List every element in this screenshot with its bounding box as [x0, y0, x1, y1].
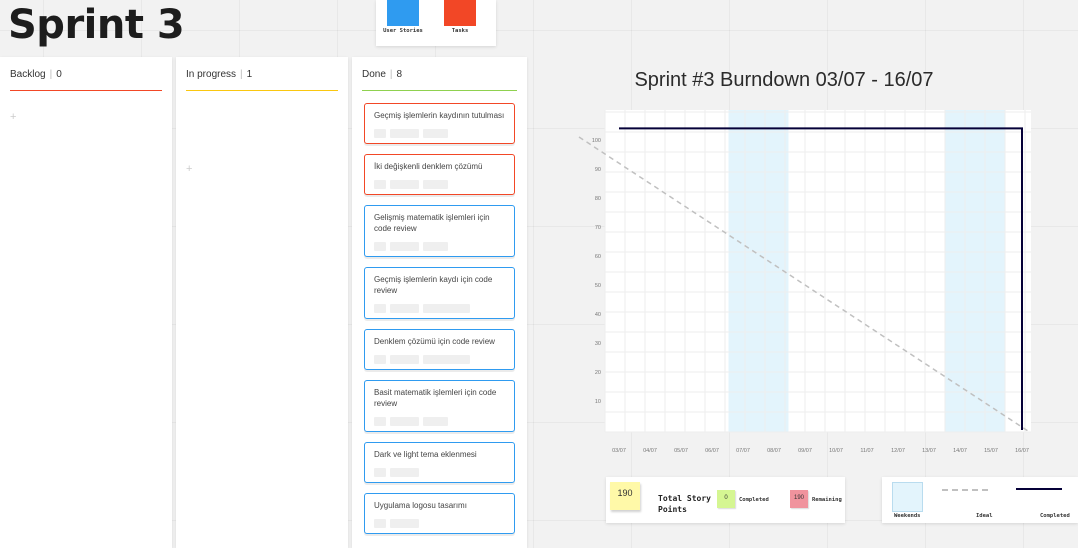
- weekends-swatch: [892, 482, 923, 512]
- card-text: Geçmiş işlemlerin kaydının tutulması: [374, 111, 505, 120]
- completed-legend-label: Completed: [1040, 513, 1070, 519]
- card-tags: [374, 180, 448, 189]
- completed-sticky[interactable]: 0: [717, 490, 735, 508]
- card[interactable]: İki değişkenli denklem çözümü: [364, 154, 515, 195]
- chart-title: Sprint #3 Burndown 03/07 - 16/07: [634, 69, 934, 91]
- card-tags: [374, 519, 419, 528]
- y-tick-label: 80: [595, 196, 601, 202]
- total-story-points-sticky[interactable]: 190: [610, 482, 640, 510]
- legend-user-stories: User Stories: [381, 0, 425, 34]
- add-card-plus-icon[interactable]: +: [186, 163, 192, 175]
- card-tags: [374, 417, 448, 426]
- column-in-progress: In progress | 1 +: [176, 57, 348, 548]
- card-tags: [374, 468, 419, 477]
- burndown-chart: 10 20 30 40 50 60 70 80 90 100 03/07 04/07 05/07 06/0…: [573, 110, 1033, 460]
- card-text: Denklem çözümü için code review: [374, 337, 495, 346]
- burndown-chart-svg: 10 20 30 40 50 60 70 80 90 100 03/07 04/07 05/07 06/0…: [578, 110, 1031, 454]
- remaining-label: Remaining: [812, 497, 842, 503]
- card[interactable]: Geçmiş işlemlerin kaydının tutulması: [364, 103, 515, 144]
- x-tick-label: 11/07: [860, 448, 873, 454]
- x-tick-label: 05/07: [674, 448, 688, 454]
- x-tick-label: 06/07: [705, 448, 719, 454]
- column-divider: [362, 90, 517, 91]
- y-tick-label: 60: [595, 254, 601, 260]
- column-divider: [186, 90, 338, 91]
- card-tags: [374, 355, 470, 364]
- card-tags: [374, 129, 448, 138]
- card-text: Uygulama logosu tasarımı: [374, 501, 467, 510]
- card[interactable]: Uygulama logosu tasarımı: [364, 493, 515, 534]
- card-text: İki değişkenli denklem çözümü: [374, 162, 483, 171]
- column-count: 1: [246, 69, 253, 80]
- weekends-label: Weekends: [894, 513, 921, 519]
- card-text: Gelişmiş matematik işlemleri için code r…: [374, 213, 490, 233]
- column-name: In progress: [186, 69, 237, 80]
- y-tick-label: 90: [595, 167, 601, 173]
- y-tick-label: 100: [592, 138, 601, 144]
- card[interactable]: Basit matematik işlemleri için code revi…: [364, 380, 515, 432]
- x-tick-label: 04/07: [643, 448, 657, 454]
- y-tick-label: 20: [595, 370, 601, 376]
- card-type-legend: User Stories Tasks: [376, 0, 496, 46]
- y-tick-label: 50: [595, 283, 601, 289]
- x-tick-label: 10/07: [829, 448, 843, 454]
- remaining-sticky[interactable]: 190: [790, 490, 808, 508]
- chart-legend: Weekends Ideal Completed: [882, 477, 1078, 523]
- column-header: Backlog | 0: [10, 69, 62, 80]
- x-tick-label: 16/07: [1015, 448, 1029, 454]
- ideal-label: Ideal: [976, 513, 993, 519]
- x-tick-label: 15/07: [984, 448, 998, 454]
- card-text: Dark ve light tema eklenmesi: [374, 450, 477, 459]
- x-tick-label: 13/07: [922, 448, 936, 454]
- column-count: 8: [396, 69, 403, 80]
- column-backlog: Backlog | 0 +: [0, 57, 172, 548]
- column-divider: [10, 90, 162, 91]
- completed-label: Completed: [739, 497, 769, 503]
- column-count: 0: [56, 69, 62, 80]
- y-tick-label: 30: [595, 341, 601, 347]
- column-header: Done | 8: [362, 69, 403, 80]
- user-stories-swatch: [387, 0, 419, 26]
- column-header: In progress | 1: [186, 69, 253, 80]
- card[interactable]: Denklem çözümü için code review: [364, 329, 515, 370]
- legend-tasks: Tasks: [438, 0, 482, 34]
- legend-user-stories-label: User Stories: [383, 28, 423, 34]
- x-tick-label: 12/07: [891, 448, 905, 454]
- total-story-points-label: Total Story Points: [658, 494, 711, 514]
- tasks-swatch: [444, 0, 476, 26]
- column-name: Backlog: [10, 69, 46, 80]
- card[interactable]: Gelişmiş matematik işlemleri için code r…: [364, 205, 515, 257]
- x-tick-label: 09/07: [798, 448, 812, 454]
- x-tick-label: 14/07: [953, 448, 967, 454]
- card[interactable]: Geçmiş işlemlerin kaydı için code review: [364, 267, 515, 319]
- completed-line-swatch: [1016, 488, 1062, 490]
- ideal-line-swatch: [942, 489, 988, 491]
- card-tags: [374, 242, 448, 251]
- legend-tasks-label: Tasks: [451, 28, 469, 34]
- column-name: Done: [362, 69, 386, 80]
- y-tick-label: 40: [595, 312, 601, 318]
- add-card-plus-icon[interactable]: +: [10, 111, 16, 123]
- weekend-band: [728, 110, 789, 432]
- weekend-band: [945, 110, 1006, 432]
- card-text: Geçmiş işlemlerin kaydı için code review: [374, 275, 493, 295]
- x-tick-label: 08/07: [767, 448, 781, 454]
- x-tick-label: 07/07: [736, 448, 750, 454]
- y-tick-label: 10: [595, 399, 601, 405]
- story-points-panel: 190 Total Story Points 0 Completed 190 R…: [606, 477, 845, 523]
- x-tick-label: 03/07: [612, 448, 626, 454]
- column-done: Done | 8 Geçmiş işlemlerin kaydının tutulm…: [352, 57, 527, 548]
- card-text: Basit matematik işlemleri için code revi…: [374, 388, 497, 408]
- card-tags: [374, 304, 470, 313]
- y-tick-label: 70: [595, 225, 601, 231]
- board-title: Sprint 3: [8, 2, 185, 48]
- card[interactable]: Dark ve light tema eklenmesi: [364, 442, 515, 483]
